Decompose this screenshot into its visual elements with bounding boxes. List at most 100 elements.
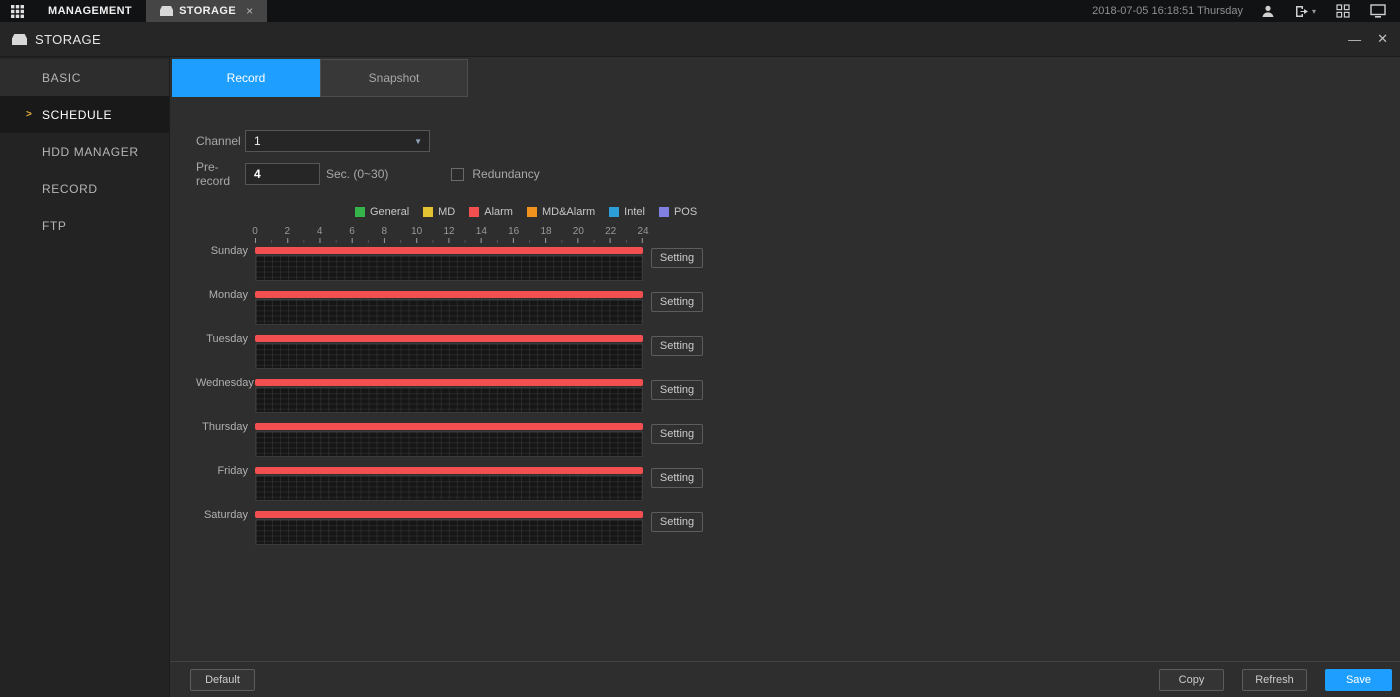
schedule-form: Channel 1 ▼ Pre-record Sec. (0~30) Redun… [196,130,1400,185]
datetime: 2018-07-05 16:18:51 Thursday [1092,5,1243,17]
tab-record[interactable]: Record [172,59,320,97]
sidebar-item-hdd-manager[interactable]: HDD MANAGER [0,133,169,170]
layout-button[interactable] [1336,4,1350,18]
tab-snapshot[interactable]: Snapshot [320,59,468,97]
pre-record-input[interactable] [245,163,320,185]
window-controls: — ✕ [1348,31,1388,47]
sidebar-item-ftp[interactable]: FTP [0,207,169,244]
tick-label: 20 [573,226,584,237]
tick-label: 4 [317,226,323,237]
save-button[interactable]: Save [1325,669,1392,691]
pre-record-unit: Sec. (0~30) [326,167,388,181]
tick-label: 22 [605,226,616,237]
screen: MANAGEMENT STORAGE × 2018-07-05 16:18:51… [0,0,1400,697]
tick-label: 16 [508,226,519,237]
copy-button[interactable]: Copy [1159,669,1224,691]
logout-button[interactable]: ▾ [1295,5,1316,18]
schedule-grid[interactable] [255,255,643,281]
sidebar-item-basic[interactable]: BASIC [0,59,169,96]
tick-marks [255,238,643,243]
tick-label: 14 [476,226,487,237]
channel-select[interactable]: 1 ▼ [245,130,430,152]
app-grid-icon [11,5,24,18]
schedule-track[interactable] [255,467,643,501]
sidebar-item-label: BASIC [42,71,81,85]
sidebar-item-label: FTP [42,219,66,233]
general-color-swatch [355,207,365,217]
schedule-grid[interactable] [255,387,643,413]
topbar-icons: ▾ [1261,0,1386,22]
tab-management[interactable]: MANAGEMENT [34,0,146,22]
schedule-days: Sunday Setting Monday Setting [196,247,1400,545]
schedule-row-saturday: Saturday Setting [196,511,1400,545]
refresh-button[interactable]: Refresh [1242,669,1307,691]
schedule-row-friday: Friday Setting [196,467,1400,501]
tab-management-label: MANAGEMENT [48,5,132,17]
sidebar-item-schedule[interactable]: > SCHEDULE [0,96,169,133]
schedule-row-tuesday: Tuesday Setting [196,335,1400,369]
legend-item-general: General [355,206,409,218]
alarm-bar [255,379,643,386]
tick-label: 2 [285,226,291,237]
close-icon[interactable]: ✕ [1377,31,1388,47]
sidebar-item-label: SCHEDULE [42,108,112,122]
schedule-grid[interactable] [255,475,643,501]
alarm-bar [255,291,643,298]
schedule-track[interactable] [255,291,643,325]
app-menu-button[interactable] [0,0,34,22]
display-button[interactable] [1370,4,1386,18]
sidebar-item-label: HDD MANAGER [42,145,139,159]
default-button[interactable]: Default [190,669,255,691]
alarm-bar [255,511,643,518]
setting-button[interactable]: Setting [651,512,703,532]
intel-color-swatch [609,207,619,217]
setting-button[interactable]: Setting [651,336,703,356]
window-title: STORAGE [35,32,101,47]
alarm-bar [255,423,643,430]
minimize-icon[interactable]: — [1348,32,1361,47]
schedule-track[interactable] [255,423,643,457]
sidebar-item-record[interactable]: RECORD [0,170,169,207]
user-button[interactable] [1261,4,1275,18]
tab-storage[interactable]: STORAGE × [146,0,267,22]
footer-right-buttons: Copy Refresh Save [1159,669,1392,691]
schedule-grid[interactable] [255,299,643,325]
schedule-track[interactable] [255,511,643,545]
day-label: Wednesday [196,378,248,389]
footer-bar: Default Copy Refresh Save [170,661,1400,697]
schedule-grid[interactable] [255,431,643,457]
tick-label: 0 [252,226,258,237]
setting-button[interactable]: Setting [651,380,703,400]
user-icon [1261,4,1275,18]
storage-title-icon [12,34,27,45]
logout-caret-icon: ▾ [1312,7,1316,16]
schedule-grid[interactable] [255,343,643,369]
topbar-spacer [267,0,1092,22]
pos-color-swatch [659,207,669,217]
setting-button[interactable]: Setting [651,248,703,268]
day-label: Thursday [196,422,248,433]
close-tab-icon[interactable]: × [246,4,253,18]
layout-grid-icon [1336,4,1350,18]
schedule-row-thursday: Thursday Setting [196,423,1400,457]
schedule-track[interactable] [255,335,643,369]
tab-bar: Record Snapshot [172,59,1400,97]
schedule-track[interactable] [255,247,643,281]
alarm-color-swatch [469,207,479,217]
setting-button[interactable]: Setting [651,424,703,444]
tab-storage-label: STORAGE [179,5,236,17]
pre-record-label: Pre-record [196,160,245,188]
schedule-grid[interactable] [255,519,643,545]
setting-button[interactable]: Setting [651,468,703,488]
redundancy-checkbox[interactable] [451,168,464,181]
channel-select-value: 1 [254,134,261,148]
schedule-track[interactable] [255,379,643,413]
setting-button[interactable]: Setting [651,292,703,312]
schedule-section: General MD Alarm MD&Alarm [196,206,1400,545]
schedule-row-sunday: Sunday Setting [196,247,1400,281]
tick-label: 8 [382,226,388,237]
alarm-bar [255,335,643,342]
schedule-row-wednesday: Wednesday Setting [196,379,1400,413]
storage-icon [160,6,173,16]
workspace: BASIC > SCHEDULE HDD MANAGER RECORD FTP … [0,57,1400,697]
